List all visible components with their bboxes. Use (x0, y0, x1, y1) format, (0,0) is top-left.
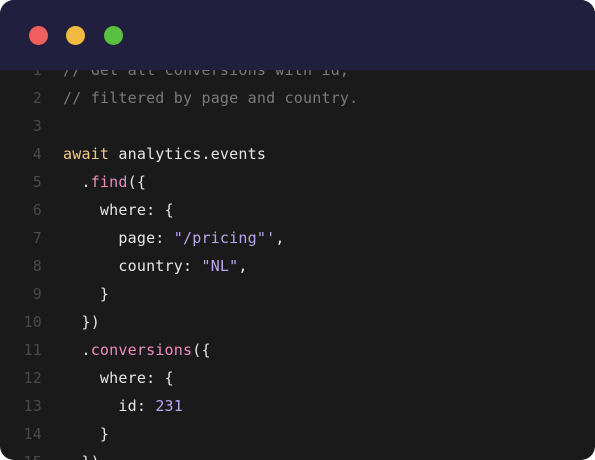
code-token-text: analytics.events (109, 145, 267, 163)
code-line: 3 (0, 112, 595, 140)
code-line: 14 } (0, 420, 595, 448)
code-token-keyword: await (63, 145, 110, 163)
line-number: 5 (32, 173, 42, 191)
code-token-text: . (63, 341, 91, 359)
line-number: 15 (0, 448, 42, 460)
line-number: 3 (32, 117, 42, 135)
code-token-text: . (63, 173, 91, 191)
code-token-string: "NL" (201, 257, 239, 275)
minimize-icon[interactable] (66, 26, 85, 45)
code-token-text: where: { (63, 201, 174, 219)
code-editor: 1// Get all conversions with id, 2// filt… (0, 56, 595, 460)
code-line: 12 where: { (0, 364, 595, 392)
code-source: } (63, 280, 109, 308)
code-token-text: }) (63, 453, 100, 460)
code-token-text: , (275, 229, 285, 247)
line-number: 9 (32, 285, 42, 303)
code-line: 4 await analytics.events (0, 140, 595, 168)
code-line: 11 .conversions({ (0, 336, 595, 364)
line-number: 11 (23, 341, 42, 359)
code-source: await analytics.events (63, 140, 266, 168)
code-line: 6 where: { (0, 196, 595, 224)
line-number: 2 (32, 89, 42, 107)
code-token-method: find (90, 173, 128, 191)
code-source: .find({ (63, 168, 146, 196)
code-token-text: } (63, 285, 110, 303)
code-line: 10 }) (0, 308, 595, 336)
code-source: } (63, 420, 109, 448)
code-token-string: "/pricing"' (173, 229, 276, 247)
code-token-text: id: (63, 397, 156, 415)
code-line: 7 page: "/pricing"', (0, 224, 595, 252)
code-token-text: ({ (127, 173, 147, 191)
code-source: }) (63, 308, 100, 336)
code-line: 9 } (0, 280, 595, 308)
code-line: 5 .find({ (0, 168, 595, 196)
code-source: where: { (63, 364, 174, 392)
code-line: 15 }) (0, 448, 595, 460)
code-token-comment: // filtered by page and country. (63, 89, 359, 107)
code-line: 13 id: 231 (0, 392, 595, 420)
code-source: id: 231 (63, 392, 183, 420)
code-token-text: country: (63, 257, 202, 275)
code-source: .conversions({ (63, 336, 211, 364)
code-source: country: "NL", (63, 252, 248, 280)
line-number: 12 (23, 369, 42, 387)
close-icon[interactable] (29, 26, 48, 45)
code-token-method: conversions (90, 341, 193, 359)
code-window: 1// Get all conversions with id, 2// filt… (0, 0, 595, 460)
code-source: // filtered by page and country. (63, 84, 358, 112)
code-token-text: where: { (63, 369, 174, 387)
line-number: 7 (32, 229, 42, 247)
line-number: 4 (32, 145, 42, 163)
line-number: 10 (23, 313, 42, 331)
code-token-text: page: (63, 229, 174, 247)
code-line: 2 // filtered by page and country. (0, 84, 595, 112)
code-source: where: { (63, 196, 174, 224)
line-number: 14 (23, 425, 42, 443)
window-titlebar (0, 0, 595, 70)
code-token-text: , (238, 257, 248, 275)
line-number: 13 (23, 397, 42, 415)
line-number: 6 (32, 201, 42, 219)
code-source: page: "/pricing"', (63, 224, 285, 252)
maximize-icon[interactable] (104, 26, 123, 45)
code-token-number: 231 (155, 397, 184, 415)
code-token-text: } (63, 425, 110, 443)
code-token-text: ({ (192, 341, 211, 359)
line-number: 8 (32, 257, 42, 275)
code-line: 8 country: "NL", (0, 252, 595, 280)
code-source: }) (63, 448, 100, 460)
code-token-text: }) (63, 313, 100, 331)
